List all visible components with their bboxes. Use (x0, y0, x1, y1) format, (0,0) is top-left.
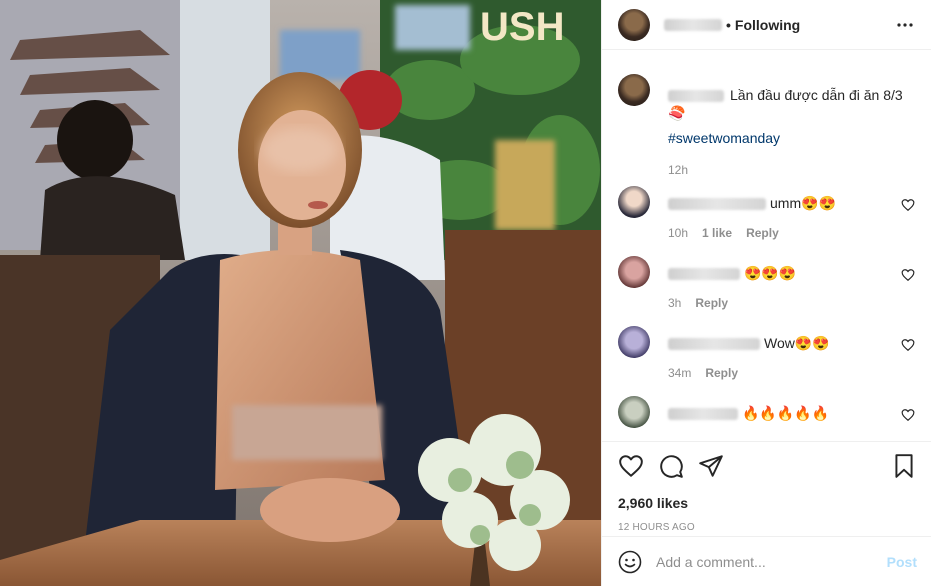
comment-input[interactable] (656, 553, 887, 570)
comment-username-blurred[interactable] (668, 338, 760, 351)
comment-like-icon[interactable] (901, 408, 915, 422)
comment-like-icon[interactable] (901, 338, 915, 352)
comment-avatar[interactable] (618, 186, 650, 218)
comment-likes[interactable]: 1 like (702, 224, 732, 242)
comment-time[interactable]: 10h (668, 224, 688, 242)
post-comment-button[interactable]: Post (887, 554, 917, 570)
comment-text: 🔥🔥🔥🔥🔥 (742, 405, 830, 421)
comment-time[interactable]: 3h (668, 294, 681, 312)
caption-avatar[interactable] (618, 74, 650, 106)
comment-reply-button[interactable]: Reply (746, 224, 779, 242)
post-image: USH (0, 0, 601, 586)
post-timestamp[interactable]: 12 HOURS AGO (618, 522, 917, 533)
comment-text: Wow😍😍 (764, 335, 830, 351)
comment-item: 🔥🔥🔥🔥🔥 (618, 396, 915, 428)
caption-hashtag[interactable]: #sweetwomanday (668, 129, 915, 147)
following-status[interactable]: Following (735, 17, 800, 33)
post-header: • Following (602, 0, 931, 50)
svg-text:USH: USH (480, 5, 564, 49)
comment-reply-button[interactable]: Reply (705, 364, 738, 382)
comment-like-icon[interactable] (901, 268, 915, 282)
caption-time[interactable]: 12h (668, 161, 915, 179)
comment-username-blurred[interactable] (668, 408, 738, 421)
comment-like-icon[interactable] (901, 198, 915, 212)
add-comment-bar: Post (602, 536, 931, 586)
comment-username-blurred[interactable] (668, 268, 740, 281)
likes-count[interactable]: 2,960 likes (618, 495, 917, 511)
send-icon[interactable] (698, 453, 724, 479)
comment-time[interactable]: 34m (668, 364, 691, 382)
comment-icon[interactable] (658, 453, 684, 479)
smiley-icon[interactable] (618, 550, 642, 574)
comment-text: umm😍😍 (770, 195, 836, 211)
comment-avatar[interactable] (618, 326, 650, 358)
comment-avatar[interactable] (618, 396, 650, 428)
bookmark-icon[interactable] (891, 453, 917, 479)
comment-item: 😍😍😍 3h Reply (618, 256, 915, 312)
caption-username-blurred[interactable] (668, 90, 724, 103)
post-photo[interactable]: USH (0, 0, 601, 586)
comment-item: Wow😍😍 34m Reply (618, 326, 915, 382)
post-side-panel: • Following Lần đầu được dẫn đi ăn 8/3 🍣… (601, 0, 931, 586)
comments-list[interactable]: Lần đầu được dẫn đi ăn 8/3 🍣 #sweetwoman… (602, 74, 931, 440)
comment-item: umm😍😍 10h 1 like Reply (618, 186, 915, 242)
post-caption: Lần đầu được dẫn đi ăn 8/3 🍣 #sweetwoman… (602, 74, 931, 179)
comment-reply-button[interactable]: Reply (695, 294, 728, 312)
post-actions: 2,960 likes 12 HOURS AGO (602, 441, 931, 533)
comment-username-blurred[interactable] (668, 198, 766, 211)
author-username-blurred[interactable] (664, 18, 722, 31)
more-options-button[interactable] (893, 13, 917, 37)
author-avatar[interactable] (618, 8, 650, 41)
heart-icon[interactable] (618, 453, 644, 479)
comment-text: 😍😍😍 (744, 265, 797, 281)
header-separator: • (726, 16, 731, 33)
comment-avatar[interactable] (618, 256, 650, 288)
more-horizontal-icon (897, 22, 913, 27)
